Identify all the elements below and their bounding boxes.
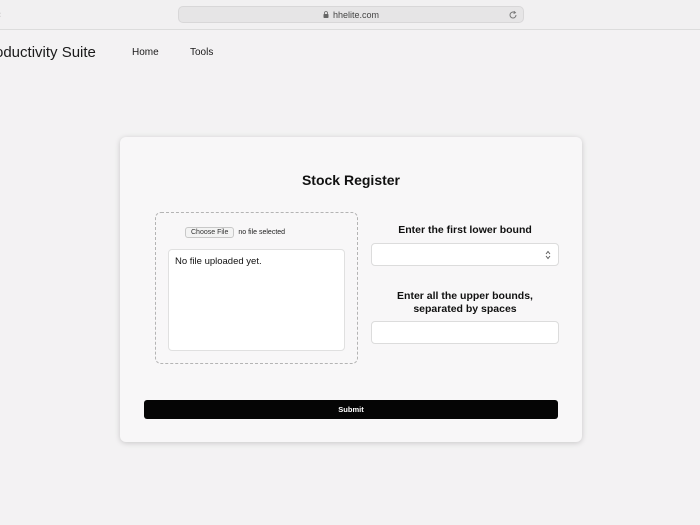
reload-icon[interactable]: [508, 10, 518, 20]
upper-bounds-label-line1: Enter all the upper bounds,: [397, 290, 533, 302]
form-title: Stock Register: [301, 172, 401, 188]
file-preview-box: No file uploaded yet.: [168, 249, 345, 351]
file-preview-text: No file uploaded yet.: [175, 256, 262, 267]
choose-file-button[interactable]: Choose File: [185, 226, 235, 238]
lower-bound-input[interactable]: [371, 243, 559, 266]
upper-bounds-input[interactable]: [371, 321, 559, 344]
lock-icon: [323, 11, 329, 18]
nav-link-tools[interactable]: Tools: [190, 47, 213, 58]
nav-link-home[interactable]: Home: [132, 47, 159, 58]
url-text: hhelite.com: [332, 9, 380, 20]
upper-bounds-label: Enter all the upper bounds, separated by…: [371, 290, 559, 316]
file-dropzone[interactable]: Choose File no file selected No file upl…: [155, 212, 358, 364]
back-arrow-icon[interactable]: ‹: [0, 10, 4, 19]
address-bar[interactable]: hhelite.com: [178, 6, 524, 23]
upper-bounds-label-line2: separated by spaces: [413, 303, 517, 315]
site-title: roductivity Suite: [0, 44, 96, 61]
submit-button[interactable]: Submit: [144, 400, 558, 419]
lower-bound-label: Enter the first lower bound: [398, 224, 532, 236]
file-input-row: Choose File no file selected: [185, 226, 285, 238]
spinner-arrows-icon[interactable]: [545, 250, 551, 260]
stock-register-card: Stock Register Choose File no file selec…: [120, 137, 582, 442]
browser-toolbar: ‹ hhelite.com: [0, 0, 700, 30]
file-status-text: no file selected: [238, 228, 286, 236]
